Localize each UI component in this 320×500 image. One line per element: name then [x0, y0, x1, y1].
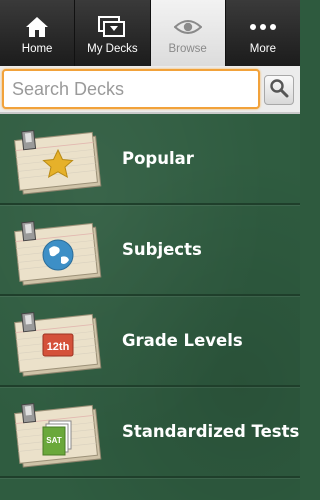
category-label-subjects: Subjects: [122, 240, 202, 259]
category-row-subjects[interactable]: Subjects: [0, 205, 300, 296]
search-icon: [269, 78, 289, 103]
category-row-grade-levels[interactable]: 12th Grade Levels: [0, 296, 300, 387]
tab-home-label: Home: [21, 43, 53, 55]
tab-browse[interactable]: Browse: [150, 0, 226, 66]
top-tab-bar: Home My Decks Browse More: [0, 0, 300, 66]
category-list: Popular Subjects 12th Grade Levels SAT S…: [0, 114, 300, 500]
tab-browse-label: Browse: [168, 43, 207, 55]
eye-icon: [173, 14, 202, 40]
tab-more[interactable]: More: [226, 0, 300, 66]
search-bar: [0, 66, 300, 114]
tab-my-decks[interactable]: My Decks: [75, 0, 151, 66]
tab-more-label: More: [249, 43, 276, 55]
sat-badge-text: SAT: [46, 436, 62, 445]
tab-home[interactable]: Home: [0, 0, 76, 66]
category-label-standardized-tests: Standardized Tests: [122, 422, 300, 441]
grade-12th-icon: 12th: [14, 312, 102, 377]
more-dots-icon: [249, 14, 277, 40]
grade-badge-text: 12th: [47, 341, 70, 353]
search-input[interactable]: [2, 69, 260, 109]
category-label-popular: Popular: [122, 149, 194, 168]
tab-my-decks-label: My Decks: [87, 43, 138, 55]
category-row-standardized-tests[interactable]: SAT Standardized Tests: [0, 387, 300, 478]
my-decks-icon: [98, 14, 126, 40]
home-icon: [25, 14, 49, 40]
category-label-grade-levels: Grade Levels: [122, 331, 243, 350]
search-button[interactable]: [264, 75, 294, 105]
category-row-popular[interactable]: Popular: [0, 114, 300, 205]
globe-icon: [14, 221, 102, 286]
star-icon: [14, 130, 102, 195]
sat-books-icon: SAT: [14, 403, 102, 468]
